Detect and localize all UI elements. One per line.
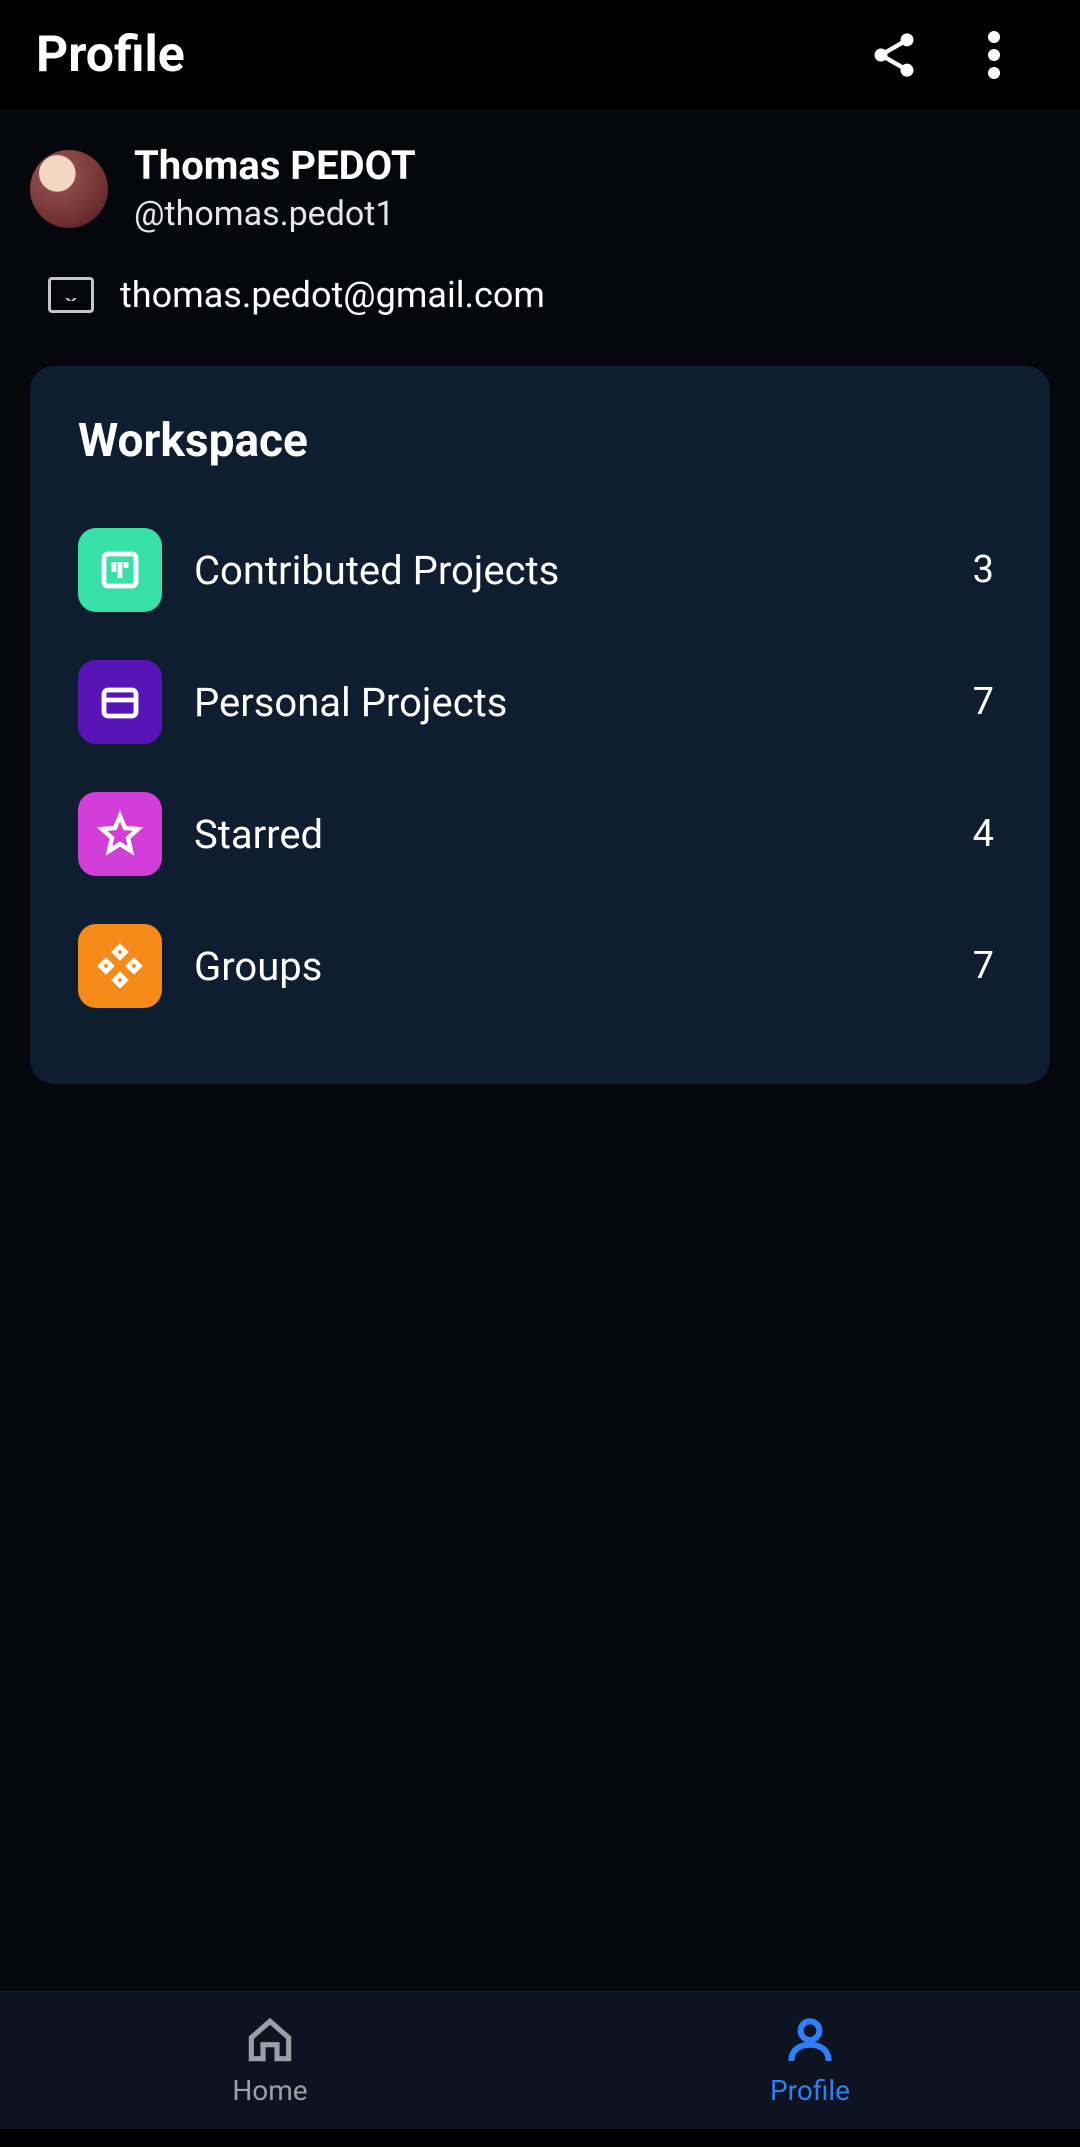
workspace-item-count: 7 bbox=[973, 680, 994, 724]
workspace-item-count: 3 bbox=[973, 548, 994, 592]
user-row[interactable]: Thomas PEDOT @thomas.pedot1 bbox=[0, 144, 1080, 274]
content: Thomas PEDOT @thomas.pedot1 thomas.pedot… bbox=[0, 112, 1080, 1989]
user-name: Thomas PEDOT bbox=[134, 144, 416, 188]
user-handle: @thomas.pedot1 bbox=[134, 194, 416, 234]
workspace-card: Workspace Contributed Projects 3 bbox=[30, 366, 1050, 1084]
board-icon bbox=[78, 528, 162, 612]
workspace-item-label: Starred bbox=[194, 811, 973, 858]
workspace-item-starred[interactable]: Starred 4 bbox=[78, 768, 1002, 900]
groups-icon bbox=[78, 924, 162, 1008]
workspace-item-label: Personal Projects bbox=[194, 679, 973, 726]
nav-profile[interactable]: Profile bbox=[540, 1990, 1080, 2129]
share-button[interactable] bbox=[844, 5, 944, 105]
user-text: Thomas PEDOT @thomas.pedot1 bbox=[134, 144, 416, 234]
share-icon bbox=[868, 29, 920, 81]
workspace-item-label: Contributed Projects bbox=[194, 547, 973, 594]
workspace-item-count: 7 bbox=[973, 944, 994, 988]
bottom-nav: Home Profile bbox=[0, 1989, 1080, 2129]
nav-home[interactable]: Home bbox=[0, 1990, 540, 2129]
app-bar: Profile bbox=[0, 0, 1080, 112]
email-text: thomas.pedot@gmail.com bbox=[120, 274, 545, 316]
page-title: Profile bbox=[36, 26, 844, 84]
workspace-item-label: Groups bbox=[194, 943, 973, 990]
nav-profile-label: Profile bbox=[770, 2074, 850, 2107]
email-row[interactable]: thomas.pedot@gmail.com bbox=[0, 274, 1080, 366]
folder-icon bbox=[78, 660, 162, 744]
workspace-title: Workspace bbox=[78, 414, 1002, 468]
home-icon bbox=[242, 2012, 298, 2068]
more-vert-icon bbox=[988, 29, 1000, 81]
nav-home-label: Home bbox=[232, 2074, 307, 2107]
mail-icon bbox=[48, 277, 94, 313]
system-bar bbox=[0, 2129, 1080, 2147]
more-button[interactable] bbox=[944, 5, 1044, 105]
profile-icon bbox=[782, 2012, 838, 2068]
workspace-item-groups[interactable]: Groups 7 bbox=[78, 900, 1002, 1032]
star-icon bbox=[78, 792, 162, 876]
avatar bbox=[30, 150, 108, 228]
workspace-item-count: 4 bbox=[973, 812, 994, 856]
workspace-item-contributed[interactable]: Contributed Projects 3 bbox=[78, 504, 1002, 636]
workspace-item-personal[interactable]: Personal Projects 7 bbox=[78, 636, 1002, 768]
